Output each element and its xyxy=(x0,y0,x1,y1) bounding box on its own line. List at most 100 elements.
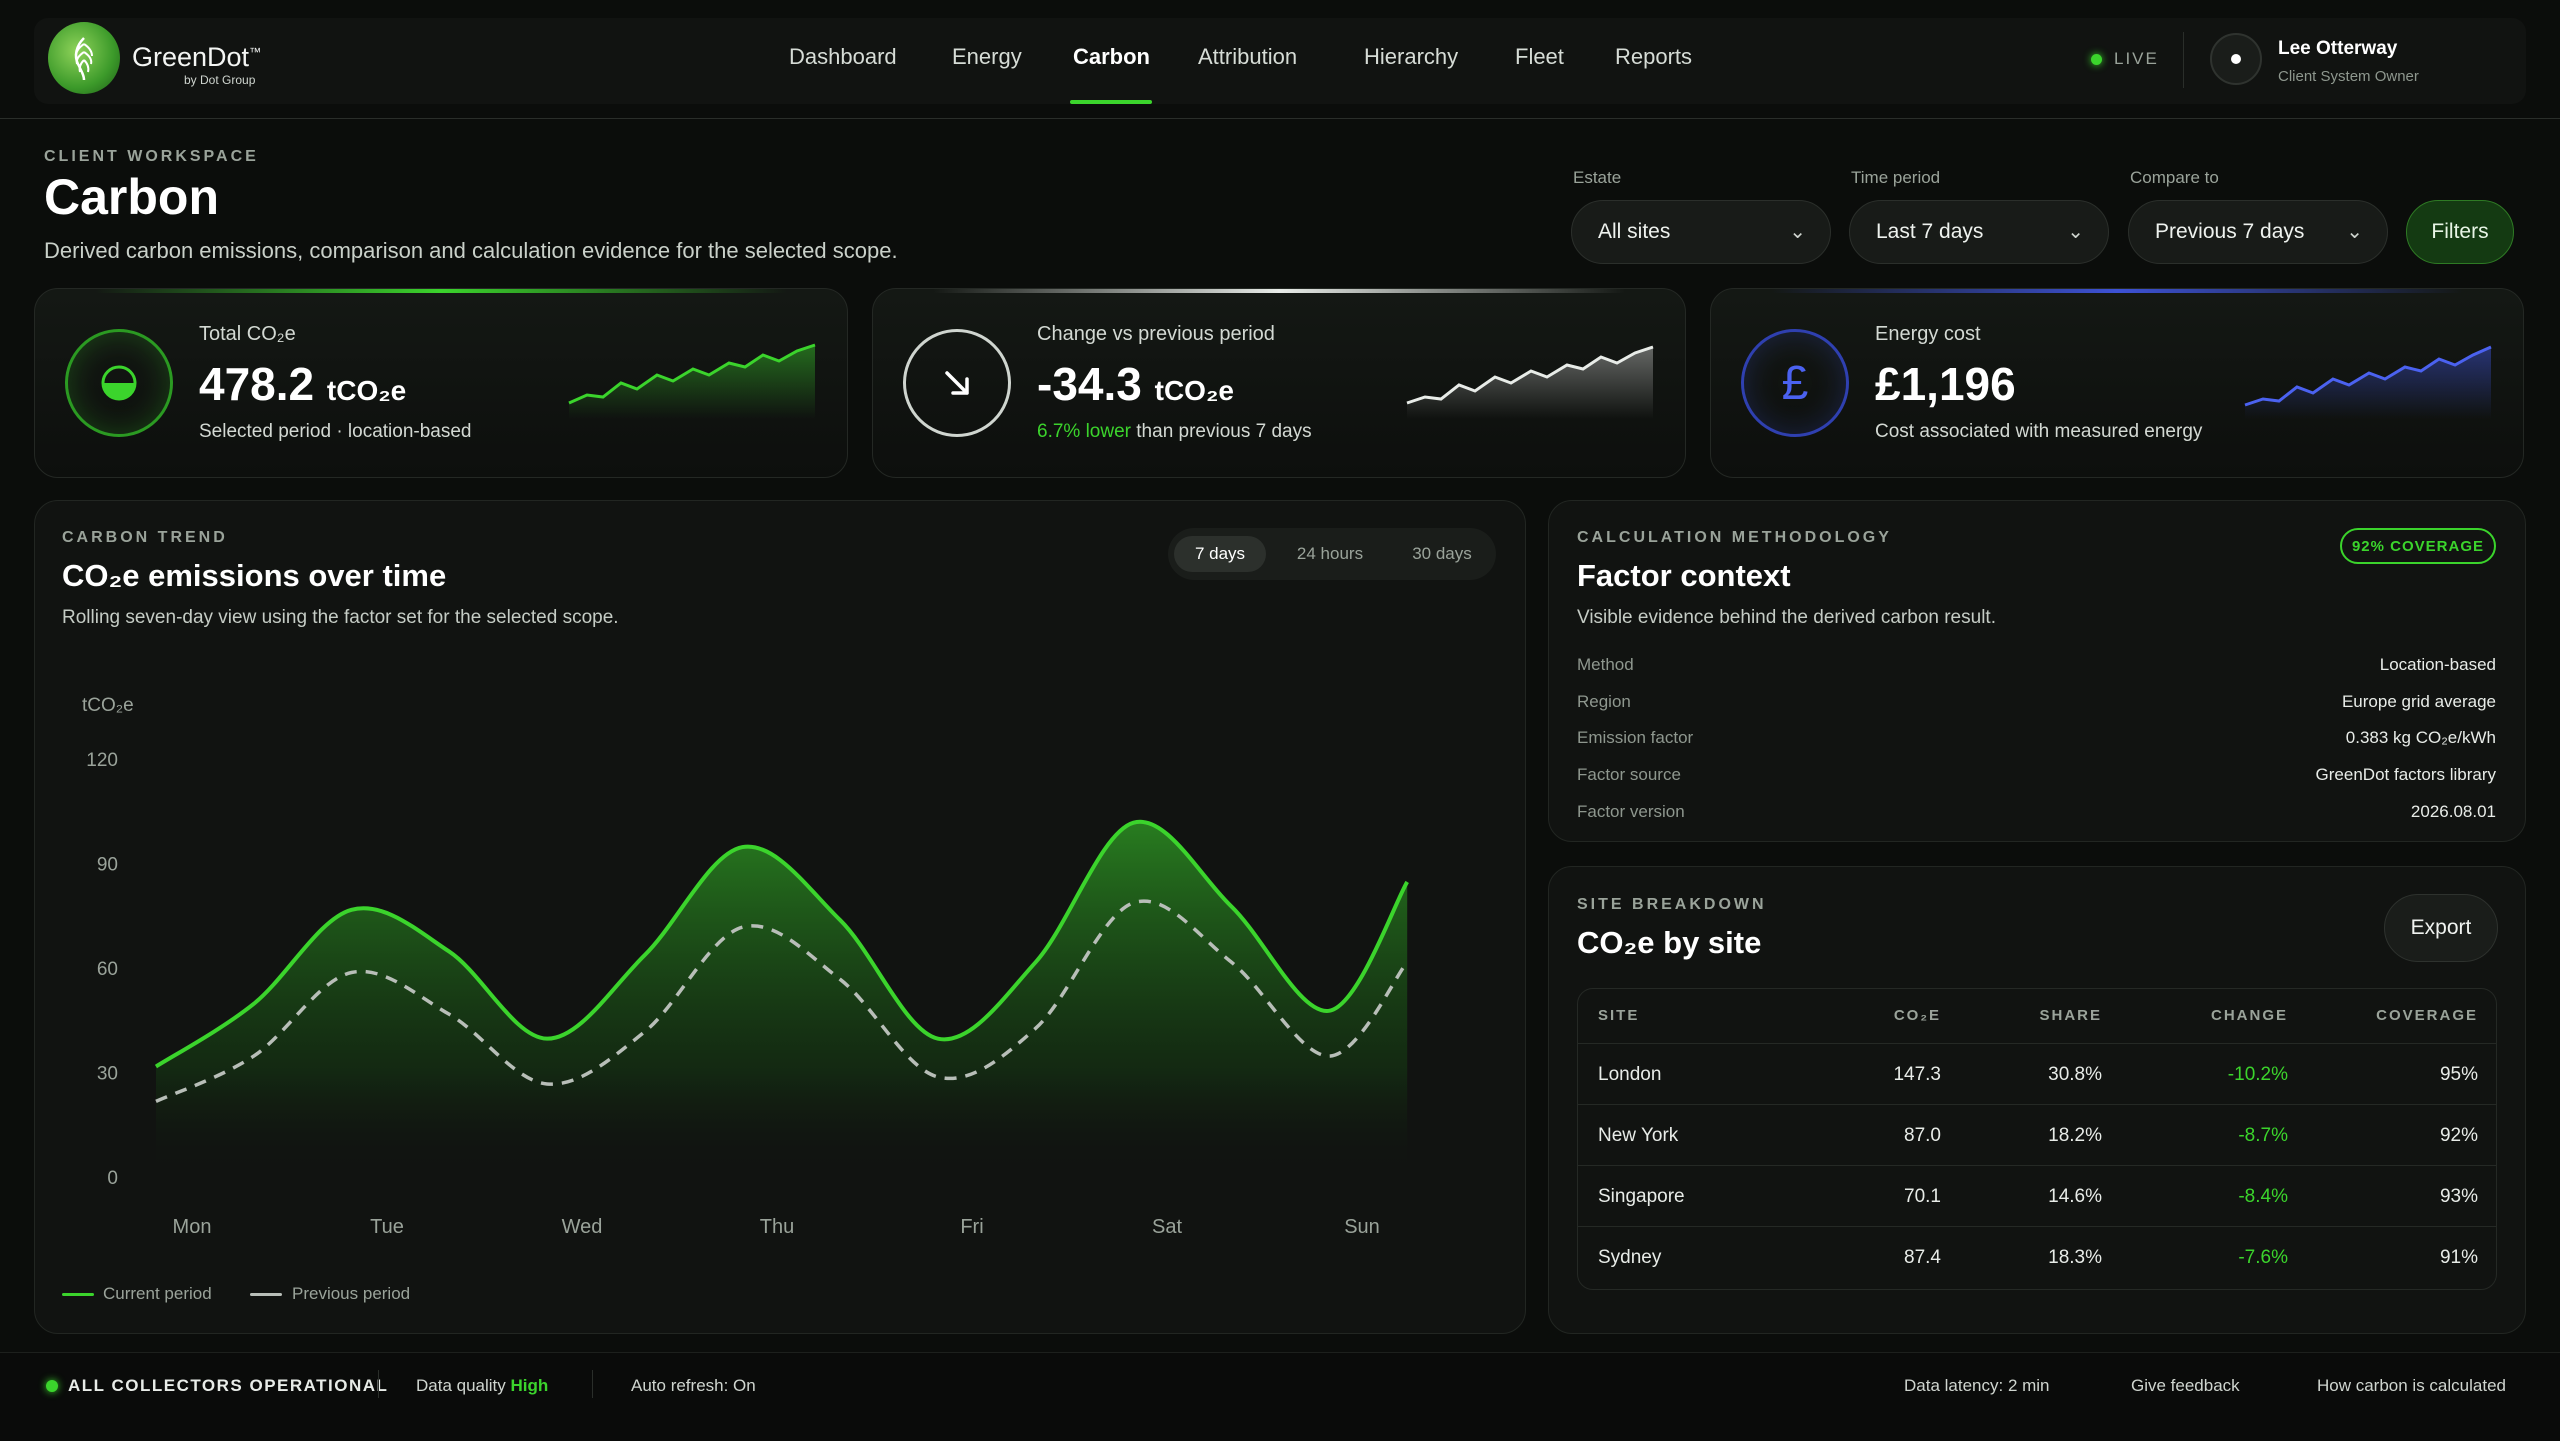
nav-dashboard[interactable]: Dashboard xyxy=(789,44,897,70)
kpi-total-co2e-card: Total CO₂e 478.2 tCO₂e Selected period ·… xyxy=(34,288,848,478)
site-co2e: 147.3 xyxy=(1893,1064,1941,1085)
estate-select[interactable]: All sites ⌄ xyxy=(1571,200,1831,264)
site-change: -8.4% xyxy=(2238,1186,2288,1207)
nav-fleet[interactable]: Fleet xyxy=(1515,44,1564,70)
methodology-title: Factor context xyxy=(1577,558,1791,593)
nav-reports[interactable]: Reports xyxy=(1615,44,1692,70)
site-co2e: 87.0 xyxy=(1904,1125,1941,1146)
pound-icon: £ xyxy=(1741,329,1849,437)
compare-to-select[interactable]: Previous 7 days ⌄ xyxy=(2128,200,2388,264)
site-change: -7.6% xyxy=(2238,1247,2288,1268)
kpi-subtitle: Selected period · location-based xyxy=(199,421,472,442)
y-axis-label: tCO₂e xyxy=(82,695,134,716)
x-tick-label: Fri xyxy=(960,1216,983,1238)
trend-eyebrow: CARBON TREND xyxy=(62,529,228,546)
user-name[interactable]: Lee Otterway xyxy=(2278,38,2397,60)
sparkline-blue xyxy=(2244,345,2492,419)
site-change: -8.7% xyxy=(2238,1125,2288,1146)
site-table: SITE CO₂E SHARE CHANGE COVERAGE London 1… xyxy=(1577,988,2497,1290)
site-co2e: 70.1 xyxy=(1904,1186,1941,1207)
column-header-co2e[interactable]: CO₂E xyxy=(1861,1007,1941,1024)
trend-description: Rolling seven-day view using the factor … xyxy=(62,607,619,628)
kpi-subtitle: Cost associated with measured energy xyxy=(1875,421,2203,442)
y-tick-label: 60 xyxy=(97,959,118,980)
site-name: Sydney xyxy=(1598,1247,1662,1268)
method-value: Location-based xyxy=(2379,655,2496,674)
site-name: London xyxy=(1598,1064,1662,1085)
range-30-days[interactable]: 30 days xyxy=(1394,536,1490,572)
x-tick-label: Thu xyxy=(760,1216,794,1238)
kpi-label: Total CO₂e xyxy=(199,323,296,345)
x-tick-label: Wed xyxy=(562,1216,603,1238)
page-description: Derived carbon emissions, comparison and… xyxy=(44,238,898,263)
legend-previous-swatch xyxy=(250,1293,282,1296)
column-header-coverage[interactable]: COVERAGE xyxy=(2318,1007,2478,1024)
how-carbon-calculated-link[interactable]: How carbon is calculated xyxy=(2317,1376,2506,1396)
estate-value: All sites xyxy=(1598,220,1671,243)
sites-title: CO₂e by site xyxy=(1577,925,1762,960)
table-row[interactable]: London 147.3 30.8% -10.2% 95% xyxy=(1578,1043,2496,1104)
site-share: 14.6% xyxy=(2048,1186,2102,1207)
range-7-days[interactable]: 7 days xyxy=(1174,536,1266,572)
status-footer xyxy=(0,1352,2560,1441)
kpi-value: -34.3 tCO₂e xyxy=(1037,358,1234,410)
methodology-eyebrow: CALCULATION METHODOLOGY xyxy=(1577,529,1892,546)
y-tick-label: 0 xyxy=(107,1168,118,1189)
kpi-value: 478.2 tCO₂e xyxy=(199,358,407,410)
range-24-hours[interactable]: 24 hours xyxy=(1280,536,1380,572)
leaf-gauge-icon xyxy=(65,329,173,437)
status-dot-icon xyxy=(46,1380,58,1392)
auto-refresh-status[interactable]: Auto refresh: On xyxy=(631,1376,756,1396)
time-period-select[interactable]: Last 7 days ⌄ xyxy=(1849,200,2109,264)
page-title: Carbon xyxy=(44,169,219,225)
range-segmented-control: 7 days 24 hours 30 days xyxy=(1168,528,1496,580)
region-value: Europe grid average xyxy=(2341,692,2496,711)
column-header-share[interactable]: SHARE xyxy=(2002,1007,2102,1024)
kpi-label: Change vs previous period xyxy=(1037,323,1275,345)
workspace-eyebrow: CLIENT WORKSPACE xyxy=(44,148,259,165)
export-button[interactable]: Export xyxy=(2384,894,2498,962)
kpi-value: £1,196 xyxy=(1875,358,2016,410)
table-row[interactable]: New York 87.0 18.2% -8.7% 92% xyxy=(1578,1104,2496,1165)
site-name: New York xyxy=(1598,1125,1679,1146)
estate-label: Estate xyxy=(1573,168,1622,187)
site-coverage: 92% xyxy=(2439,1125,2478,1146)
header-divider xyxy=(0,118,2560,119)
filters-button[interactable]: Filters xyxy=(2406,200,2514,264)
table-row[interactable]: Singapore 70.1 14.6% -8.4% 93% xyxy=(1578,1165,2496,1226)
arrow-down-right-icon xyxy=(903,329,1011,437)
user-avatar[interactable] xyxy=(2210,33,2262,85)
nav-hierarchy[interactable]: Hierarchy xyxy=(1364,44,1458,70)
brand-name[interactable]: GreenDot™ xyxy=(132,42,261,73)
nav-carbon[interactable]: Carbon xyxy=(1073,44,1150,70)
column-header-change[interactable]: CHANGE xyxy=(2158,1007,2288,1024)
table-row[interactable]: Sydney 87.4 18.3% -7.6% 91% xyxy=(1578,1226,2496,1287)
sites-eyebrow: SITE BREAKDOWN xyxy=(1577,896,1767,913)
chevron-down-icon: ⌄ xyxy=(2346,221,2363,243)
y-tick-label: 120 xyxy=(86,750,118,771)
emission-factor-value: 0.383 kg CO₂e/kWh xyxy=(2345,728,2496,747)
divider xyxy=(378,1370,379,1398)
sparkline-white xyxy=(1406,345,1654,419)
nav-energy[interactable]: Energy xyxy=(952,44,1022,70)
brand-subtitle: by Dot Group xyxy=(184,73,256,87)
kpi-subtitle: 6.7% lower than previous 7 days xyxy=(1037,421,1312,442)
card-accent-line xyxy=(1771,289,2463,293)
chevron-down-icon: ⌄ xyxy=(2067,221,2084,243)
nav-attribution[interactable]: Attribution xyxy=(1198,44,1297,70)
divider xyxy=(2183,32,2184,88)
kpi-label: Energy cost xyxy=(1875,323,1981,345)
chevron-down-icon: ⌄ xyxy=(1789,221,1806,243)
card-accent-line xyxy=(933,289,1625,293)
y-tick-label: 30 xyxy=(97,1064,118,1085)
legend-previous-label: Previous period xyxy=(292,1284,411,1303)
give-feedback-link[interactable]: Give feedback xyxy=(2131,1376,2240,1396)
divider xyxy=(592,1370,593,1398)
kpi-change-card: Change vs previous period -34.3 tCO₂e 6.… xyxy=(872,288,1686,478)
site-name: Singapore xyxy=(1598,1186,1685,1207)
greendot-logo-icon[interactable] xyxy=(48,22,120,94)
compare-to-value: Previous 7 days xyxy=(2155,220,2305,243)
legend-current-label: Current period xyxy=(103,1284,212,1303)
column-header-site[interactable]: SITE xyxy=(1598,1007,1639,1024)
factor-version-key: Factor version xyxy=(1577,802,1685,821)
